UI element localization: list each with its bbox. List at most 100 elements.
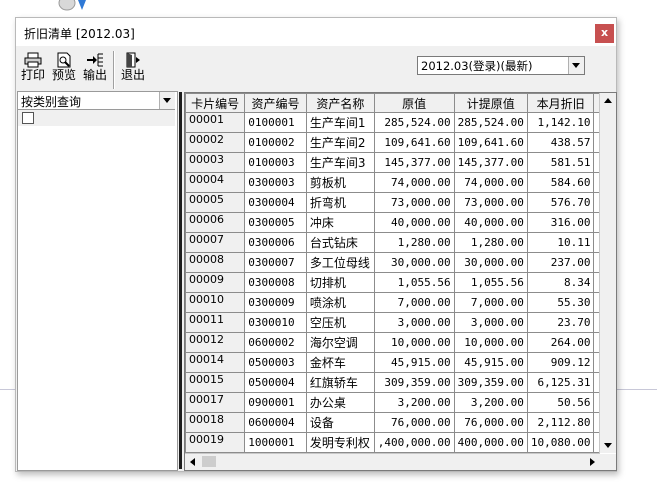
scroll-down-icon[interactable] <box>604 443 612 448</box>
cell-original-value: 1,280.00 <box>373 232 455 253</box>
period-select[interactable]: 2012.03(登录)(最新) <box>417 56 585 75</box>
table-row[interactable]: 00001 0100001 生产车间1 285,524.00 285,524.00 1,1… <box>185 112 616 133</box>
table-row[interactable]: 00011 0300010 空压机 3,000.00 3,000.00 23.70 <box>185 312 616 333</box>
cell-base-value: 309,359.00 <box>453 372 528 393</box>
cell-card-no: 00019 <box>185 432 246 453</box>
scroll-right-icon[interactable] <box>590 458 595 466</box>
table-row[interactable]: 00019 1000001 发明专利权 ,400,000.00 400,000.00 10… <box>185 432 616 453</box>
scroll-up-icon[interactable] <box>604 98 612 103</box>
period-dropdown-button[interactable] <box>568 57 584 74</box>
table-row[interactable]: 00017 0900001 办公桌 3,200.00 3,200.00 50.56 <box>185 392 616 413</box>
cell-asset-no: 0900001 <box>244 392 307 413</box>
category-panel: 按类别查询 <box>17 91 178 471</box>
cell-monthly-depreciation: 10,080.00 <box>526 432 595 453</box>
cell-asset-name: 冲床 <box>305 212 375 233</box>
cell-asset-name: 空压机 <box>305 312 375 333</box>
cell-monthly-depreciation: 10.11 <box>526 232 595 253</box>
table-row[interactable]: 00008 0300007 多工位母线 30,000.00 30,000.00 237.0… <box>185 252 616 273</box>
close-button[interactable]: x <box>595 24 614 43</box>
table-row[interactable]: 00015 0500004 红旗轿车 309,359.00 309,359.00 6,12… <box>185 372 616 393</box>
cell-monthly-depreciation: 576.70 <box>526 192 595 213</box>
cell-monthly-depreciation: 584.60 <box>526 172 595 193</box>
scroll-left-icon[interactable] <box>190 458 195 466</box>
preview-icon <box>57 52 71 68</box>
scrollbar-corner <box>600 454 616 470</box>
cell-asset-no: 0300009 <box>244 292 307 313</box>
cell-asset-name: 发明专利权 <box>305 432 375 453</box>
cell-asset-no: 0300005 <box>244 212 307 233</box>
cell-base-value: 73,000.00 <box>453 192 528 213</box>
cell-asset-no: 0100001 <box>244 112 307 133</box>
cell-original-value: 309,359.00 <box>373 372 455 393</box>
cell-asset-name: 喷涂机 <box>305 292 375 313</box>
exit-button[interactable]: 退出 <box>118 51 148 89</box>
category-tree-root[interactable] <box>18 110 175 126</box>
table-row[interactable]: 000050300004折弯机73,000.0073,000.00576.704 <box>185 192 616 213</box>
toolbar-separator <box>113 51 115 89</box>
cell-monthly-depreciation: 438.57 <box>526 132 595 153</box>
cell-card-no: 00002 <box>185 132 246 153</box>
panel-splitter[interactable] <box>179 92 182 469</box>
preview-button[interactable]: 预览 <box>49 51 79 89</box>
cell-original-value: 1,055.56 <box>373 272 455 293</box>
table-row[interactable]: 00009 0300008 切排机 1,055.56 1,055.56 8.34 <box>185 272 616 293</box>
col-asset-name[interactable]: 资产名称 <box>305 93 375 113</box>
cell-card-no: 00004 <box>185 172 246 193</box>
cell-original-value: ,400,000.00 <box>373 432 455 453</box>
cell-card-no: 00007 <box>185 232 246 253</box>
cell-card-no: 00014 <box>185 352 246 373</box>
cell-base-value: 3,200.00 <box>453 392 528 413</box>
cell-base-value: 400,000.00 <box>453 432 528 453</box>
table-row[interactable]: 00003 0100003 生产车间3 145,377.00 145,377.00 581… <box>185 152 616 173</box>
cell-original-value: 73,000.00 <box>373 192 455 213</box>
cell-card-no: 00015 <box>185 372 246 393</box>
category-query-select[interactable]: 按类别查询 <box>18 92 175 110</box>
table-row[interactable]: 000060300005冲床40,000.0040,000.00316.001 <box>185 212 616 233</box>
col-original-value[interactable]: 原值 <box>373 93 455 113</box>
window-title: 折旧清单 [2012.03] <box>24 27 135 41</box>
col-card-no[interactable]: 卡片编号 <box>185 93 246 113</box>
cell-monthly-depreciation: 237.00 <box>526 252 595 273</box>
cell-base-value: 109,641.60 <box>453 132 528 153</box>
col-base-value[interactable]: 计提原值 <box>453 93 528 113</box>
table-row[interactable]: 000040300003剪板机74,000.0074,000.00584.601 <box>185 172 616 193</box>
cell-original-value: 10,000.00 <box>373 332 455 353</box>
cell-asset-name: 红旗轿车 <box>305 372 375 393</box>
cell-base-value: 76,000.00 <box>453 412 528 433</box>
cell-original-value: 3,000.00 <box>373 312 455 333</box>
horizontal-scrollbar[interactable] <box>185 453 600 470</box>
cell-original-value: 40,000.00 <box>373 212 455 233</box>
vertical-scrollbar[interactable] <box>599 93 616 453</box>
chevron-down-icon <box>163 98 171 103</box>
col-monthly-depreciation[interactable]: 本月折旧 <box>526 93 595 113</box>
table-row[interactable]: 00002 0100002 生产车间2 109,641.60 109,641.60 438… <box>185 132 616 153</box>
table-row[interactable]: 00007 0300006 台式钻床 1,280.00 1,280.00 10.11 <box>185 232 616 253</box>
category-dropdown-button[interactable] <box>159 92 175 109</box>
table-row[interactable]: 00018 0600004 设备 76,000.00 76,000.00 2,112.80 <box>185 412 616 433</box>
cell-card-no: 00012 <box>185 332 246 353</box>
category-select-value: 按类别查询 <box>21 95 82 109</box>
horizontal-scroll-thumb[interactable] <box>202 456 216 467</box>
cell-monthly-depreciation: 264.00 <box>526 332 595 353</box>
export-button[interactable]: 输出 <box>80 51 110 89</box>
cell-base-value: 30,000.00 <box>453 252 528 273</box>
table-row[interactable]: 00012 0600002 海尔空调 10,000.00 10,000.00 264.00 <box>185 332 616 353</box>
export-icon <box>87 53 103 67</box>
cell-asset-no: 0300006 <box>244 232 307 253</box>
col-asset-no[interactable]: 资产编号 <box>244 93 307 113</box>
table-row[interactable]: 000140500003金杯车45,915.0045,915.00909.121 <box>185 352 616 373</box>
print-button[interactable]: 打印 <box>18 51 48 89</box>
checkbox[interactable] <box>22 112 34 124</box>
table-header-row: 卡片编号 资产编号 资产名称 原值 计提原值 本月折旧 累 <box>185 93 616 113</box>
asset-grid: 卡片编号 资产编号 资产名称 原值 计提原值 本月折旧 累 0000101000… <box>184 92 617 471</box>
cell-card-no: 00009 <box>185 272 246 293</box>
print-label: 打印 <box>20 68 45 82</box>
cell-asset-name: 切排机 <box>305 272 375 293</box>
cell-asset-no: 0600004 <box>244 412 307 433</box>
cell-asset-name: 海尔空调 <box>305 332 375 353</box>
cell-base-value: 40,000.00 <box>453 212 528 233</box>
cell-asset-no: 0500004 <box>244 372 307 393</box>
cell-card-no: 00001 <box>185 112 246 133</box>
table-row[interactable]: 00010 0300009 喷涂机 7,000.00 7,000.00 55.30 <box>185 292 616 313</box>
printer-icon <box>24 52 42 68</box>
